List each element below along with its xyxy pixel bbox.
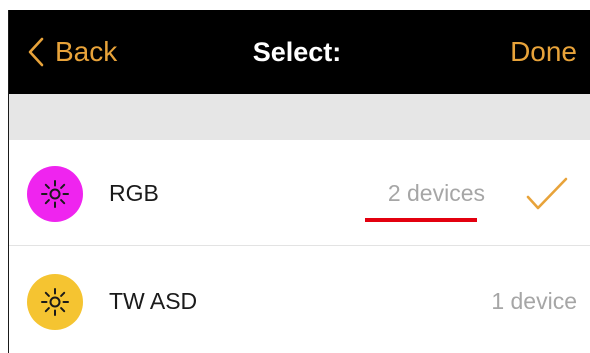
list-item-rgb[interactable]: RGB 2 devices [9, 142, 590, 246]
screen: Back Select: Done RGB 2 devices TW ASD 1… [8, 10, 590, 353]
group-name: TW ASD [109, 288, 198, 314]
done-button[interactable]: Done [510, 10, 577, 94]
list-item-tw-asd[interactable]: TW ASD 1 device [9, 250, 590, 353]
device-count: 2 devices [387, 180, 485, 206]
group-name: RGB [109, 180, 159, 206]
section-header [9, 94, 590, 140]
group-color-dot [27, 274, 83, 330]
group-color-dot [27, 166, 83, 222]
annotation-underline [365, 218, 477, 222]
sun-icon [41, 180, 69, 208]
page-title-text: Select: [252, 36, 342, 67]
checkmark-icon [526, 177, 568, 210]
back-label: Back [55, 36, 118, 67]
sun-icon [41, 288, 69, 316]
device-count: 1 device [491, 288, 577, 314]
chevron-left-icon [28, 37, 44, 67]
back-button[interactable]: Back [27, 10, 117, 94]
nav-bar: Back Select: Done [9, 10, 590, 94]
